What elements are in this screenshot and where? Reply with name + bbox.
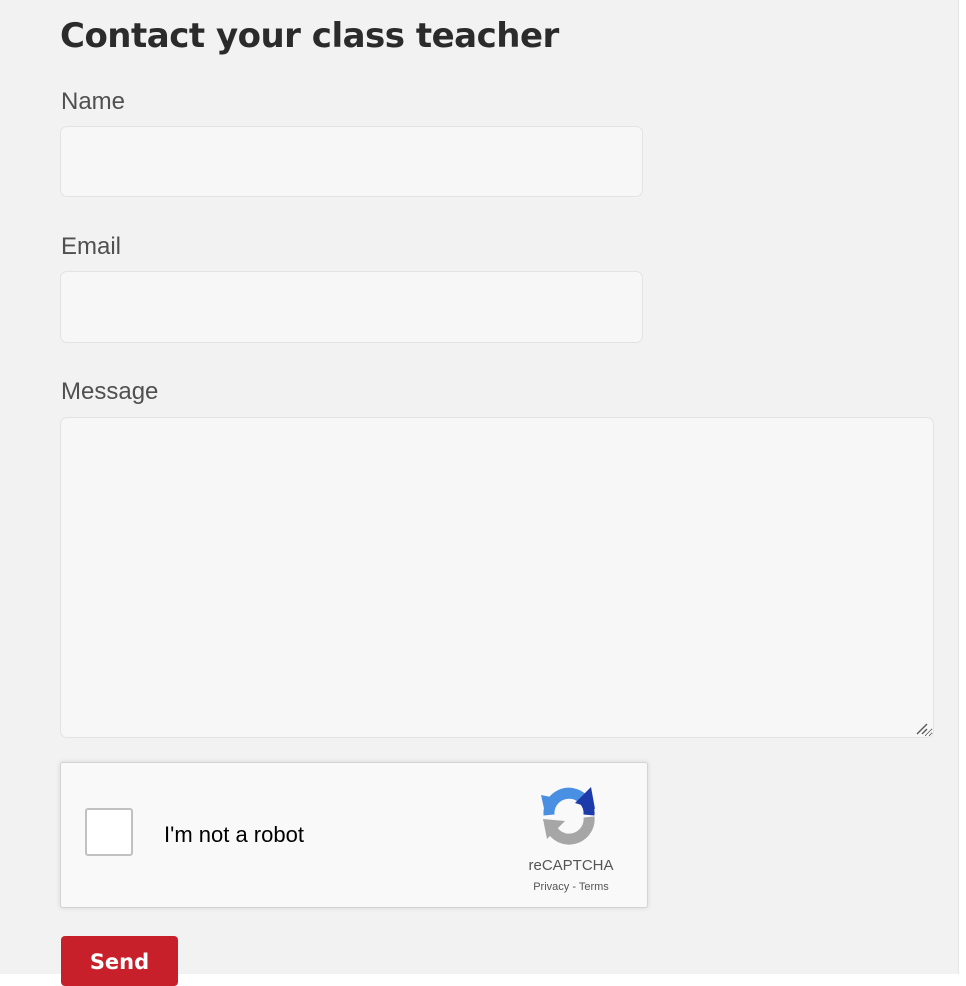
- message-textarea[interactable]: [60, 417, 934, 738]
- page-title: Contact your class teacher: [60, 16, 559, 56]
- resize-handle-icon[interactable]: [914, 721, 928, 735]
- send-button[interactable]: Send: [61, 936, 178, 986]
- email-label: Email: [61, 233, 122, 260]
- name-label: Name: [61, 88, 126, 115]
- email-input[interactable]: [60, 271, 643, 343]
- name-input[interactable]: [60, 126, 643, 197]
- recaptcha-terms-link[interactable]: Terms: [579, 881, 609, 893]
- recaptcha-brand: reCAPTCHA: [528, 857, 614, 874]
- recaptcha-links: Privacy - Terms: [501, 881, 641, 893]
- recaptcha-logo-icon: [541, 787, 595, 845]
- recaptcha-checkbox[interactable]: [85, 808, 133, 856]
- recaptcha-privacy-link[interactable]: Privacy: [533, 881, 569, 893]
- message-label: Message: [61, 378, 159, 405]
- recaptcha-checkbox-label: I'm not a robot: [164, 822, 304, 847]
- contact-form-panel: Contact your class teacher Name Email Me…: [0, 0, 958, 986]
- recaptcha-link-separator: -: [569, 881, 579, 893]
- recaptcha-widget: I'm not a robot reCAPTCHA Privacy - Term…: [60, 762, 648, 908]
